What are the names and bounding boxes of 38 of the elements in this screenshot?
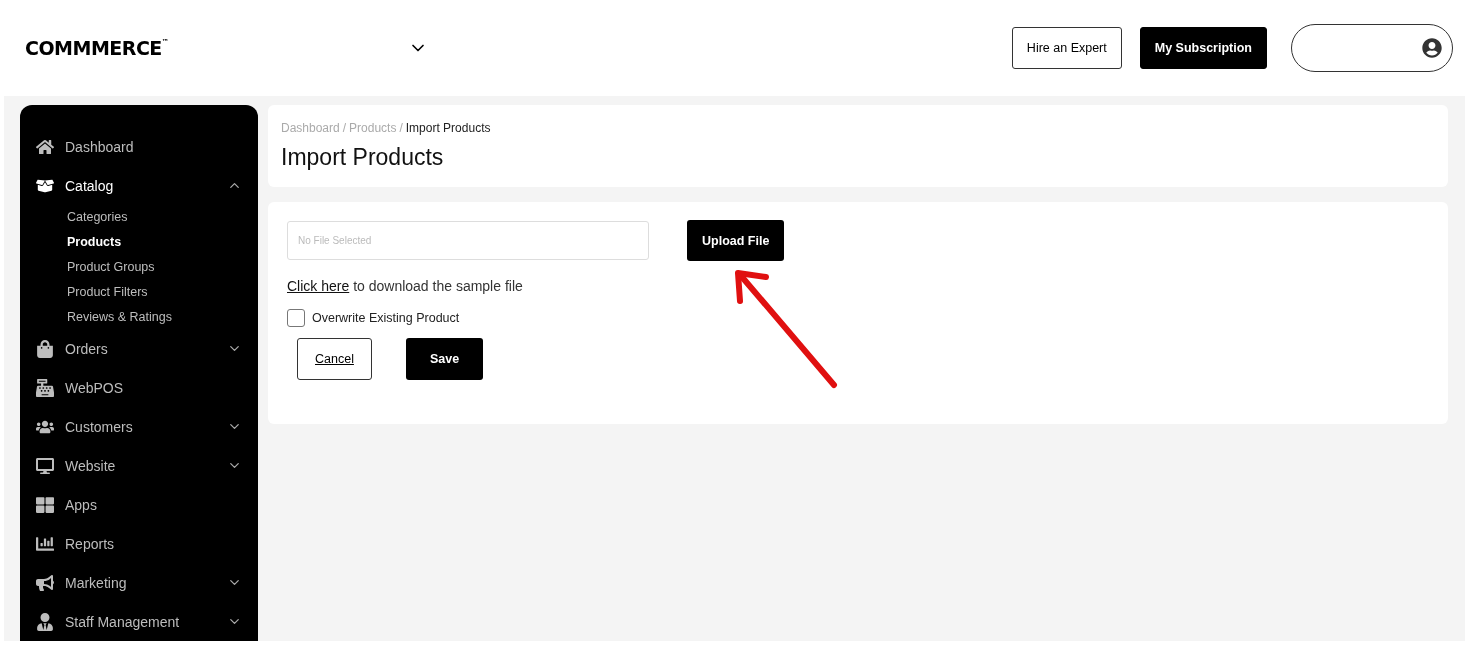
submenu-item[interactable]: Products: [36, 229, 242, 255]
submenu-item[interactable]: Categories: [36, 205, 242, 230]
breadcrumb-item: Import Products: [405, 121, 491, 135]
menu-icon: [36, 378, 56, 397]
page-title: Import Products: [281, 144, 445, 171]
sidebar-item[interactable]: Marketing: [36, 563, 242, 602]
sidebar-item[interactable]: WebPOS: [36, 368, 242, 407]
sample-file-text: Click here to download the sample file: [287, 278, 524, 294]
menu-icon: [36, 456, 56, 475]
submenu-item[interactable]: Reviews & Ratings: [36, 304, 242, 329]
sidebar-item[interactable]: Catalog: [36, 166, 242, 205]
header-button[interactable]: Hire an Expert: [1011, 27, 1122, 69]
sidebar-item[interactable]: Staff Management: [36, 602, 242, 641]
submenu-item[interactable]: Product Filters: [36, 279, 242, 305]
breadcrumb-separator: /: [399, 121, 403, 135]
menu-icon: [36, 137, 56, 156]
cancel-button[interactable]: Cancel: [297, 338, 372, 380]
file-field[interactable]: No File Selected: [287, 221, 649, 260]
sidebar-item[interactable]: Website: [36, 446, 242, 485]
overwrite-checkbox[interactable]: [287, 309, 305, 327]
breadcrumb-separator: /: [342, 121, 347, 135]
sample-file-link[interactable]: Click here: [287, 278, 350, 294]
sidebar-item[interactable]: Dashboard: [36, 127, 242, 166]
upload-button[interactable]: Upload File: [687, 220, 785, 261]
save-button[interactable]: Save: [405, 338, 484, 380]
sidebar-item[interactable]: Customers: [36, 407, 242, 446]
checkbox-label: Overwrite Existing Product: [312, 311, 460, 325]
sidebar-item[interactable]: Orders: [36, 329, 242, 368]
menu-icon: [36, 534, 56, 553]
sidebar-item[interactable]: Reports: [36, 524, 242, 563]
menu-icon: [36, 612, 56, 631]
menu-icon: [36, 339, 56, 358]
avatar-icon: [1422, 38, 1442, 58]
submenu-item[interactable]: Product Groups: [36, 254, 242, 280]
menu-icon: [36, 573, 56, 592]
menu-icon: [36, 495, 56, 514]
sidebar-item[interactable]: Apps: [36, 485, 242, 524]
header-button[interactable]: My Subscription: [1139, 27, 1267, 69]
